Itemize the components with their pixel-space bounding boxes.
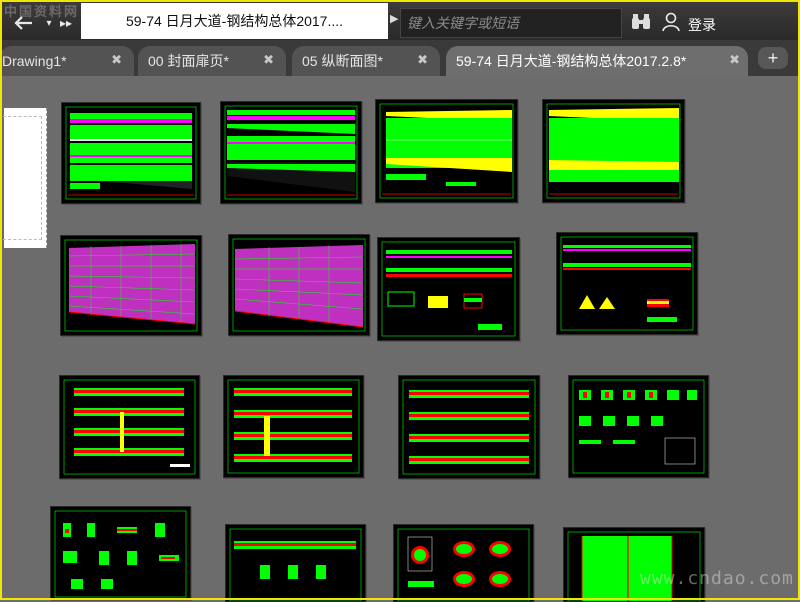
tab-label: Drawing1* — [2, 53, 67, 69]
search-input[interactable]: 键入关键字或短语 — [400, 8, 622, 38]
tab-label: 05 纵断面图* — [302, 53, 383, 69]
back-arrow-icon[interactable] — [8, 12, 40, 34]
tab-label: 59-74 日月大道-钢结构总体2017.2.8* — [456, 53, 687, 69]
drawing-sheet-12[interactable] — [568, 375, 709, 478]
document-title: 59-74 日月大道-钢结构总体2017.... — [81, 3, 388, 39]
close-icon[interactable]: ✖ — [111, 52, 122, 68]
dropdown-icon[interactable]: ▾ — [44, 12, 54, 34]
drawing-sheet-3[interactable] — [375, 99, 518, 203]
binoculars-icon[interactable] — [631, 14, 651, 30]
drawing-sheet-6[interactable] — [228, 234, 370, 336]
drawing-sheet-5[interactable] — [60, 235, 202, 336]
tab-drawing1[interactable]: Drawing1* ✖ — [0, 46, 134, 76]
close-icon[interactable]: ✖ — [729, 52, 740, 68]
drawing-sheet-13[interactable] — [50, 506, 191, 600]
tab-label: 00 封面扉页* — [148, 53, 229, 69]
close-icon[interactable]: ✖ — [417, 52, 428, 68]
add-tab-button[interactable]: + — [758, 47, 788, 69]
tab-cover-page[interactable]: 00 封面扉页* ✖ — [138, 46, 286, 76]
drawing-sheet-2[interactable] — [220, 101, 362, 204]
drawing-sheet-10[interactable] — [223, 375, 364, 478]
expand-arrow-icon[interactable]: ▶ — [390, 12, 398, 25]
drawing-sheet-15[interactable] — [393, 524, 534, 602]
drawing-sheet-1[interactable] — [61, 102, 201, 204]
drawing-sheet-4[interactable] — [542, 99, 685, 203]
tab-bar: Drawing1* ✖ 00 封面扉页* ✖ 05 纵断面图* ✖ 59-74 … — [0, 40, 800, 76]
drawing-sheet-11[interactable] — [398, 375, 540, 479]
drawing-sheet-8[interactable] — [556, 232, 698, 335]
drawing-sheet-14[interactable] — [225, 524, 366, 602]
watermark-bottom: www.cndao.com — [640, 568, 794, 589]
user-icon[interactable] — [662, 12, 680, 32]
close-icon[interactable]: ✖ — [263, 52, 274, 68]
tab-steel-structure[interactable]: 59-74 日月大道-钢结构总体2017.2.8* ✖ — [446, 46, 748, 76]
drawing-sheet-16[interactable] — [563, 527, 705, 602]
double-chevron-right-icon[interactable]: ▸▸ — [58, 12, 74, 34]
drawing-sheet-7[interactable] — [377, 237, 520, 341]
tab-profile[interactable]: 05 纵断面图* ✖ — [292, 46, 440, 76]
title-bar: 中国资料网 ▾ ▸▸ 59-74 日月大道-钢结构总体2017.... ▶ 键入… — [0, 0, 800, 40]
login-button[interactable]: 登录 — [688, 15, 716, 35]
model-space-page[interactable] — [3, 108, 47, 248]
drawing-sheet-9[interactable] — [59, 375, 200, 479]
